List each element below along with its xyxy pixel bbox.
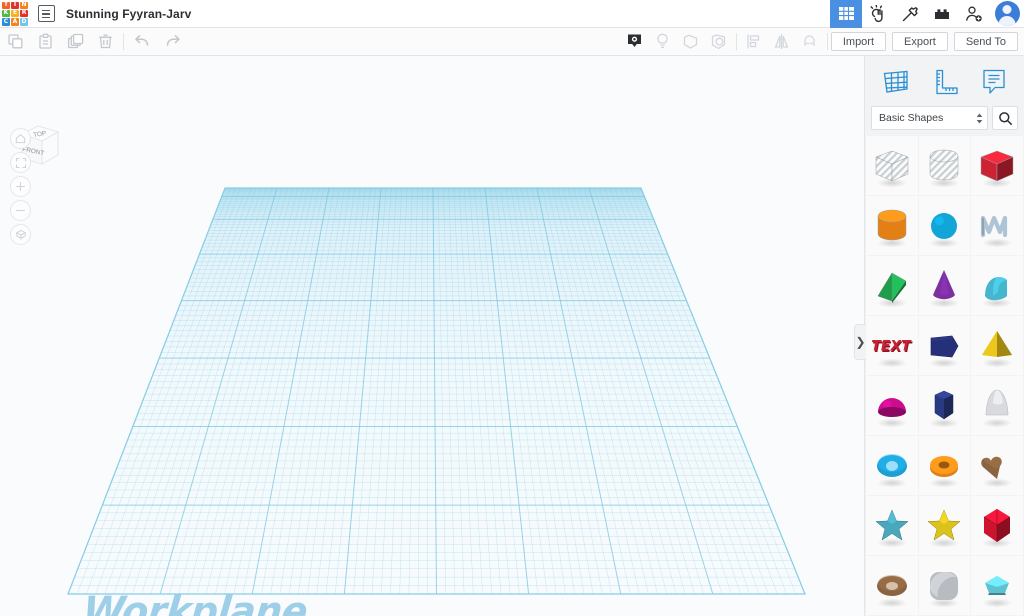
- toolbar-divider-2: [735, 33, 737, 50]
- workplane-tool-icon[interactable]: [621, 28, 649, 56]
- home-view-button[interactable]: [10, 128, 31, 149]
- logo-tile-d: D: [20, 17, 28, 26]
- blocks-icon[interactable]: [926, 0, 958, 28]
- redo-button[interactable]: [157, 28, 187, 56]
- tab-shapes[interactable]: [874, 62, 918, 102]
- paste-button[interactable]: [30, 28, 60, 56]
- shape-gallery: TEXT TEXT: [865, 136, 1024, 615]
- tinkercad-logo[interactable]: TIN KER CAD: [2, 1, 28, 26]
- panel-tab-bar: [865, 56, 1024, 102]
- hole-shape-icon[interactable]: [705, 28, 733, 56]
- shape-tube[interactable]: [918, 436, 971, 495]
- shape-sphere[interactable]: [918, 196, 971, 255]
- avatar[interactable]: [990, 0, 1024, 28]
- toolbar-divider-3: [826, 33, 828, 50]
- align-icon[interactable]: [740, 28, 768, 56]
- shape-outline-icon[interactable]: [677, 28, 705, 56]
- lightbulb-icon[interactable]: [649, 28, 677, 56]
- shape-roof[interactable]: [866, 256, 918, 315]
- shape-pyramid[interactable]: [971, 316, 1023, 375]
- copy-button[interactable]: [0, 28, 30, 56]
- shape-round-roof[interactable]: [971, 256, 1023, 315]
- shape-half-sphere[interactable]: [866, 376, 918, 435]
- logo-tile-e: E: [11, 9, 19, 18]
- shape-star-yellow[interactable]: [918, 496, 971, 555]
- shape-star-teal[interactable]: [866, 496, 918, 555]
- logo-tile-n: N: [20, 1, 28, 9]
- grid-view-icon[interactable]: [830, 0, 862, 28]
- shape-text[interactable]: TEXT TEXT: [866, 316, 918, 375]
- logo-tile-i: I: [11, 1, 19, 9]
- shapes-panel: ❯ Basic Shapes TEXT TEXT: [854, 56, 1024, 616]
- shape-cylinder-hole[interactable]: [918, 136, 971, 195]
- title-bar-actions: [830, 0, 1024, 28]
- send-to-button[interactable]: Send To: [953, 32, 1018, 51]
- svg-text:TEXT: TEXT: [871, 338, 912, 354]
- shape-torus[interactable]: [866, 436, 918, 495]
- hand-gesture-icon[interactable]: [862, 0, 894, 28]
- title-bar: TIN KER CAD Stunning Fyyran-Jarv: [0, 0, 1024, 28]
- shape-cone[interactable]: [918, 256, 971, 315]
- zoom-out-button[interactable]: [10, 200, 31, 221]
- workplane-grid: [67, 187, 806, 595]
- shape-box-hole[interactable]: [866, 136, 918, 195]
- shape-heart[interactable]: [971, 436, 1023, 495]
- shape-scribble[interactable]: [971, 196, 1023, 255]
- delete-button[interactable]: [90, 28, 120, 56]
- shape-gem-teal[interactable]: [971, 556, 1023, 615]
- shape-rounded-cube[interactable]: [918, 556, 971, 615]
- 3d-viewport[interactable]: Workplane TOP FRONT: [0, 56, 864, 616]
- import-button[interactable]: Import: [830, 32, 887, 51]
- tab-notes[interactable]: [972, 62, 1016, 102]
- add-person-icon[interactable]: [958, 0, 990, 28]
- toolbar-right: Import Export Send To: [621, 28, 1024, 56]
- logo-tile-k: K: [2, 9, 10, 18]
- search-button[interactable]: [992, 106, 1018, 130]
- zoom-in-button[interactable]: [10, 176, 31, 197]
- shape-cylinder[interactable]: [866, 196, 918, 255]
- logo-tile-t: T: [2, 1, 10, 9]
- perspective-toggle-button[interactable]: [10, 224, 31, 245]
- panel-collapse-button[interactable]: ❯: [854, 324, 866, 360]
- shape-gem-red[interactable]: [971, 496, 1023, 555]
- logo-tile-r: R: [20, 9, 28, 18]
- document-list-icon[interactable]: [38, 5, 55, 22]
- undo-button[interactable]: [127, 28, 157, 56]
- tinkercad-app: TIN KER CAD Stunning Fyyran-Jarv Import Ex…: [0, 0, 1024, 616]
- tab-ruler[interactable]: [923, 62, 967, 102]
- shape-category-select[interactable]: Basic Shapes: [871, 106, 988, 130]
- mirror-icon[interactable]: [768, 28, 796, 56]
- toolbar-divider: [123, 33, 124, 50]
- shape-hexagon-prism[interactable]: [918, 376, 971, 435]
- logo-tile-c: C: [2, 17, 10, 26]
- shape-category-value: Basic Shapes: [879, 112, 944, 124]
- shape-paraboloid[interactable]: [971, 376, 1023, 435]
- logo-tile-a: A: [11, 17, 19, 26]
- shape-polygon[interactable]: [918, 316, 971, 375]
- duplicate-button[interactable]: [60, 28, 90, 56]
- fit-to-view-button[interactable]: [10, 152, 31, 173]
- panel-search-row: Basic Shapes: [865, 102, 1024, 136]
- main-toolbar: Import Export Send To: [0, 28, 1024, 56]
- spinner-arrows-icon: [976, 113, 983, 124]
- hammer-icon[interactable]: [894, 0, 926, 28]
- page-title: Stunning Fyyran-Jarv: [66, 6, 192, 21]
- shape-box[interactable]: [971, 136, 1023, 195]
- export-button[interactable]: Export: [892, 32, 948, 51]
- magnet-icon[interactable]: [796, 28, 824, 56]
- shape-ring[interactable]: [866, 556, 918, 615]
